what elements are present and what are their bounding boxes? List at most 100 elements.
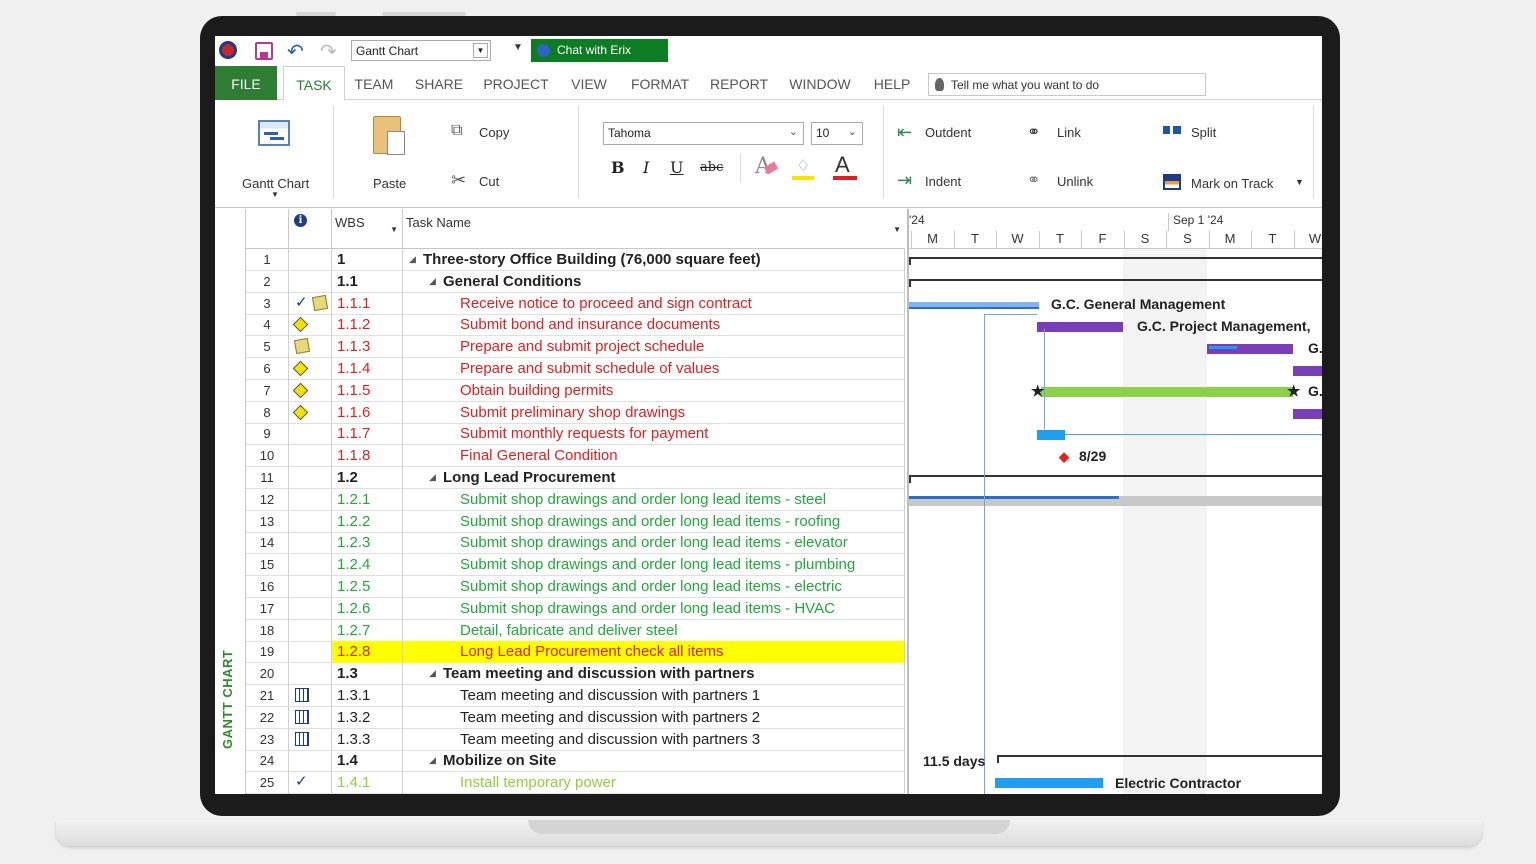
font-name-select[interactable]: Tahoma ⌄ xyxy=(603,122,804,145)
summary-bar[interactable] xyxy=(909,257,1322,265)
checkmark-icon[interactable]: ✓ xyxy=(295,772,309,790)
text-styles-icon[interactable]: A xyxy=(755,154,779,179)
wbs-cell[interactable]: 1.3.1 xyxy=(332,685,403,707)
undo-icon[interactable]: ↶ xyxy=(287,39,304,64)
wbs-cell[interactable]: 1.1.5 xyxy=(332,379,403,402)
gantt-chart-icon[interactable] xyxy=(258,120,290,146)
task-name-cell[interactable]: Prepare and submit schedule of values xyxy=(403,358,905,380)
wbs-cell[interactable]: 1.1.6 xyxy=(332,401,403,424)
task-bar[interactable] xyxy=(909,302,1039,309)
note-icon[interactable] xyxy=(293,338,311,355)
row-number[interactable]: 22 xyxy=(246,706,289,729)
chevron-down-icon[interactable]: ▼ xyxy=(390,225,398,234)
wbs-cell[interactable]: 1.2.7 xyxy=(332,619,403,642)
warning-icon[interactable] xyxy=(292,382,309,399)
wbs-cell[interactable]: 1.1.2 xyxy=(332,314,403,337)
tab-view[interactable]: VIEW xyxy=(567,66,611,100)
chevron-down-icon[interactable]: ▼ xyxy=(473,43,488,58)
table-row[interactable]: 12 1.2.1 Submit shop drawings and order lo… xyxy=(246,488,905,511)
link-icon[interactable]: ⚭ xyxy=(1027,122,1040,142)
task-name-cell[interactable]: Long Lead Procurement check all items xyxy=(403,641,905,664)
table-row[interactable]: 3 ✓ 1.1.1 Receive notice to proceed and sig… xyxy=(246,292,905,315)
collapse-toggle-icon[interactable]: ◢ xyxy=(429,276,436,287)
table-row[interactable]: 2 1.1 ◢ General Conditions xyxy=(246,270,905,293)
header-row-number[interactable] xyxy=(246,209,289,249)
summary-bar[interactable] xyxy=(997,755,1322,763)
tab-report[interactable]: REPORT xyxy=(707,66,771,100)
table-row[interactable]: 14 1.2.3 Submit shop drawings and order lo… xyxy=(246,532,905,555)
table-row[interactable]: 10 1.1.8 Final General Condition xyxy=(246,445,905,468)
table-row[interactable]: 13 1.2.2 Submit shop drawings and order lo… xyxy=(246,510,905,533)
view-selector[interactable]: Gantt Chart ▼ xyxy=(351,40,491,61)
row-number[interactable]: 12 xyxy=(246,488,289,511)
outdent-button[interactable]: Outdent xyxy=(925,125,971,140)
wbs-cell[interactable]: 1 xyxy=(332,249,403,271)
row-number[interactable]: 14 xyxy=(246,532,289,555)
task-name-cell[interactable]: Submit shop drawings and order long lead… xyxy=(403,488,905,511)
row-number[interactable]: 16 xyxy=(246,576,289,598)
header-indicators[interactable]: i xyxy=(289,209,332,249)
copy-button[interactable]: Copy xyxy=(479,125,509,140)
row-number[interactable]: 18 xyxy=(246,619,289,642)
wbs-cell[interactable]: 1.2.3 xyxy=(332,532,403,555)
table-row[interactable]: 22 1.3.2 Team meeting and discussion with … xyxy=(246,706,905,729)
copy-icon[interactable]: ⧉ xyxy=(451,122,462,140)
header-wbs[interactable]: WBS ▼ xyxy=(332,209,403,249)
row-number[interactable]: 13 xyxy=(246,510,289,533)
paste-icon[interactable] xyxy=(373,116,405,155)
task-name-cell[interactable]: Submit shop drawings and order long lead… xyxy=(403,576,905,598)
split-button[interactable]: Split xyxy=(1191,125,1216,140)
wbs-cell[interactable]: 1.2.4 xyxy=(332,554,403,577)
task-name-cell[interactable]: Submit preliminary shop drawings xyxy=(403,401,905,424)
chevron-down-icon[interactable]: ▼ xyxy=(271,190,279,199)
italic-button[interactable]: I xyxy=(643,158,649,177)
indent-icon[interactable]: ⇥ xyxy=(897,170,912,191)
table-row[interactable]: 21 1.3.1 Team meeting and discussion with … xyxy=(246,685,905,707)
strikethrough-button[interactable]: abc xyxy=(700,160,723,175)
task-name-cell[interactable]: Obtain building permits xyxy=(403,379,905,402)
wbs-cell[interactable]: 1.1.1 xyxy=(332,292,403,315)
redo-icon[interactable]: ↷ xyxy=(320,39,337,64)
row-number[interactable]: 19 xyxy=(246,641,289,664)
tab-help[interactable]: HELP xyxy=(871,66,913,100)
checkmark-icon[interactable]: ✓ xyxy=(295,293,309,311)
task-name-cell[interactable]: Team meeting and discussion with partner… xyxy=(403,728,905,751)
task-name-cell[interactable]: Final General Condition xyxy=(403,445,905,468)
bold-button[interactable]: B xyxy=(611,158,625,177)
task-bar[interactable] xyxy=(1037,322,1123,332)
row-number[interactable]: 20 xyxy=(246,663,289,686)
task-name-cell[interactable]: Submit monthly requests for payment xyxy=(403,423,905,446)
wbs-cell[interactable]: 1.1.4 xyxy=(332,358,403,380)
wbs-cell[interactable]: 1.2.1 xyxy=(332,488,403,511)
row-number[interactable]: 8 xyxy=(246,401,289,424)
table-row[interactable]: 23 1.3.3 Team meeting and discussion with … xyxy=(246,728,905,751)
chat-button[interactable]: Chat with Erix xyxy=(531,39,668,62)
split-icon[interactable] xyxy=(1163,126,1181,134)
table-row[interactable]: 5 1.1.3 Prepare and submit project schedul… xyxy=(246,336,905,359)
cut-button[interactable]: Cut xyxy=(479,174,499,189)
underline-button[interactable]: U xyxy=(670,158,683,177)
outdent-icon[interactable]: ⇤ xyxy=(897,122,912,143)
highlight-color-icon[interactable]: ♢ xyxy=(792,156,818,182)
warning-icon[interactable] xyxy=(292,360,309,377)
tab-share[interactable]: SHARE xyxy=(411,66,467,100)
task-name-cell[interactable]: ◢ Team meeting and discussion with partne… xyxy=(403,663,905,686)
task-name-cell[interactable]: Team meeting and discussion with partner… xyxy=(403,685,905,707)
cut-icon[interactable]: ✂ xyxy=(451,170,466,191)
wbs-cell[interactable]: 1.1.8 xyxy=(332,445,403,468)
font-size-select[interactable]: 10 ⌄ xyxy=(811,122,863,145)
table-row[interactable]: 15 1.2.4 Submit shop drawings and order lo… xyxy=(246,554,905,577)
row-number[interactable]: 3 xyxy=(246,292,289,315)
wbs-cell[interactable]: 1.3 xyxy=(332,663,403,686)
row-number[interactable]: 10 xyxy=(246,445,289,468)
wbs-cell[interactable]: 1.2.6 xyxy=(332,597,403,620)
task-name-cell[interactable]: ◢ Three-story Office Building (76,000 squ… xyxy=(403,249,905,271)
unlink-icon[interactable]: ⚭ xyxy=(1027,170,1040,190)
table-row[interactable]: 24 1.4 ◢ Mobilize on Site xyxy=(246,750,905,773)
warning-icon[interactable] xyxy=(292,317,309,333)
collapse-toggle-icon[interactable]: ◢ xyxy=(409,254,416,265)
table-row[interactable]: 8 1.1.6 Submit preliminary shop drawings xyxy=(246,401,905,424)
task-bar[interactable] xyxy=(1041,387,1293,397)
tab-window[interactable]: WINDOW xyxy=(787,66,853,100)
tab-project[interactable]: PROJECT xyxy=(481,66,551,100)
